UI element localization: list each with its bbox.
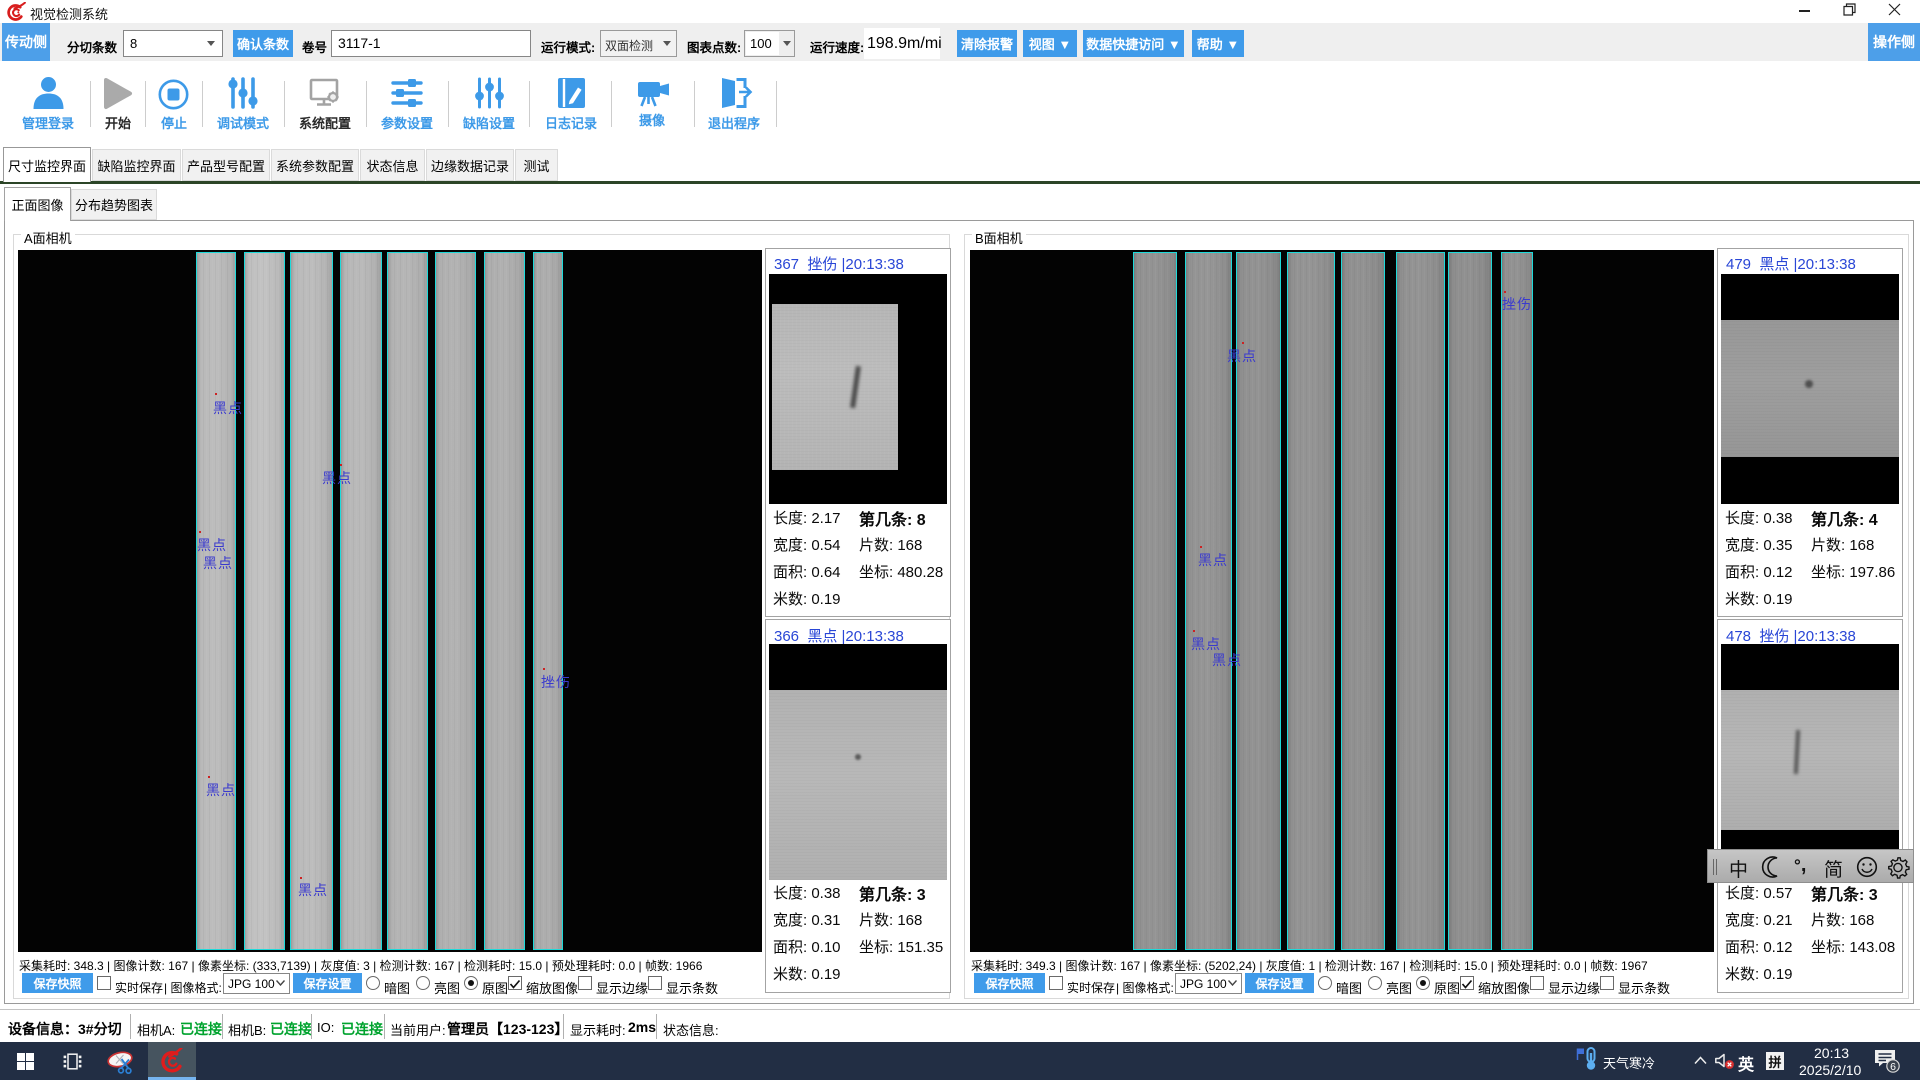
svg-text:6: 6 — [1890, 1061, 1896, 1073]
